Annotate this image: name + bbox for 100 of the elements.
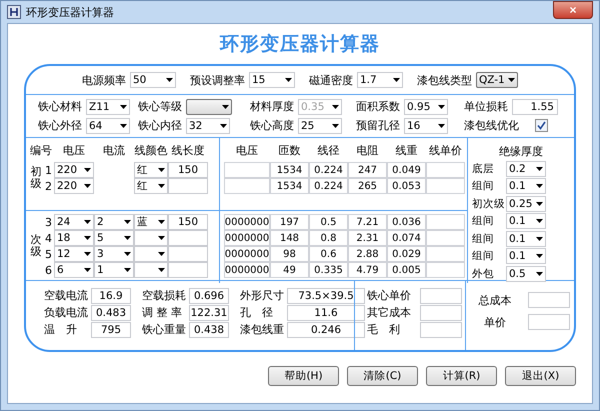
dropdown[interactable]: 12	[54, 246, 94, 262]
caret-icon	[332, 104, 339, 108]
caret-icon	[536, 272, 543, 276]
table-cell: 1534	[270, 178, 309, 194]
input-field[interactable]: 1.55	[512, 98, 558, 114]
checkbox[interactable]	[535, 119, 548, 132]
caret-icon	[158, 168, 165, 172]
input-field[interactable]: 150	[168, 162, 208, 178]
dropdown[interactable]: 24	[54, 214, 94, 230]
field-label: 空载电流	[44, 288, 88, 303]
field-label: 负载电流	[44, 305, 88, 320]
column-header: 线重	[394, 142, 418, 158]
input-field[interactable]	[528, 292, 570, 308]
table-cell	[426, 262, 465, 278]
caret-icon	[536, 202, 543, 206]
table-cell: 197	[270, 214, 309, 230]
input-field[interactable]	[168, 230, 208, 246]
action-button[interactable]: 清除(C)	[347, 366, 418, 386]
field-label: 单价	[484, 314, 506, 330]
field-label: 组间	[472, 214, 495, 228]
app-icon	[7, 5, 21, 19]
dropdown[interactable]: 红	[134, 178, 168, 194]
table-cell	[426, 246, 465, 262]
field-label: 漆包线重	[239, 322, 284, 337]
caret-icon	[158, 252, 165, 256]
dropdown[interactable]: 2	[94, 214, 134, 230]
dropdown[interactable]: 0.5	[506, 266, 546, 282]
dropdown[interactable]: 0.1	[506, 178, 546, 194]
caret-icon	[124, 220, 131, 224]
field-label: 铁心外径	[38, 118, 82, 133]
output-field: 0.696	[189, 288, 229, 304]
field-label: 外形尺寸	[239, 288, 284, 303]
input-field[interactable]	[168, 178, 208, 194]
field-label: 预设调整率	[190, 72, 245, 88]
caret-icon	[158, 220, 165, 224]
dropdown[interactable]: 0.1	[506, 213, 546, 230]
input-field[interactable]	[528, 314, 570, 330]
input-field[interactable]	[168, 246, 208, 262]
window-title: 环形变压器计算器	[26, 4, 115, 20]
dropdown[interactable]: 6	[54, 262, 94, 278]
caret-icon	[508, 78, 515, 82]
input-field[interactable]: 150	[168, 214, 208, 230]
input-field[interactable]	[420, 304, 462, 320]
table-cell: 0.053	[387, 178, 426, 194]
output-field: 0.483	[91, 304, 131, 320]
dropdown[interactable]: 18	[54, 230, 94, 246]
table-cell: 0000000	[224, 230, 270, 246]
output-field: 795	[91, 322, 131, 338]
dropdown[interactable]: 1.7	[357, 72, 403, 88]
dropdown[interactable]: Z11	[86, 98, 130, 114]
field-label: 外包	[472, 266, 495, 281]
column-header: 线单价	[428, 142, 463, 158]
action-button[interactable]: 计算(R)	[426, 366, 497, 386]
table-cell	[224, 178, 270, 194]
action-button[interactable]: 退出(X)	[505, 366, 576, 386]
dropdown[interactable]: 5	[94, 230, 134, 246]
table-cell: 0.074	[387, 230, 426, 246]
dropdown[interactable]: 红	[134, 162, 168, 178]
dropdown[interactable]: 50	[130, 72, 176, 88]
column-header: 电流	[102, 142, 126, 158]
caret-icon	[438, 104, 445, 108]
dropdown[interactable]: 0.1	[506, 248, 546, 264]
table-cell: 0.224	[309, 178, 348, 194]
dropdown[interactable]	[134, 246, 168, 262]
dropdown[interactable]: 3	[94, 246, 134, 262]
dropdown[interactable]: 0.1	[506, 230, 546, 247]
dropdown[interactable]: 220	[54, 178, 94, 194]
field-label: 单位损耗	[464, 99, 508, 114]
action-button[interactable]: 帮助(H)	[268, 366, 339, 386]
dropdown[interactable]: 0.2	[506, 160, 546, 177]
dropdown[interactable]: 15	[249, 72, 295, 88]
dropdown[interactable]: 220	[54, 162, 94, 178]
column-header: 编号	[29, 142, 53, 158]
dropdown[interactable]: QZ-1	[476, 72, 518, 88]
dropdown[interactable]: 0.95	[404, 98, 448, 114]
caret-icon	[536, 254, 543, 258]
caret-icon	[536, 219, 543, 224]
field-label: 漆包线类型	[417, 72, 472, 88]
dropdown[interactable]: 32	[186, 118, 230, 134]
input-field[interactable]	[420, 288, 462, 304]
dropdown[interactable]: 16	[404, 118, 448, 134]
input-field[interactable]	[420, 322, 462, 338]
input-field[interactable]	[168, 262, 208, 278]
table-cell: 0.224	[309, 162, 348, 178]
field-label: 材料厚度	[250, 99, 294, 114]
table-cell: 1534	[270, 162, 309, 178]
dropdown[interactable]: 1	[94, 262, 134, 278]
dropdown[interactable]	[134, 262, 168, 278]
caret-icon	[393, 78, 400, 82]
caret-icon	[158, 236, 165, 240]
field-label: 漆包线优化	[464, 118, 519, 133]
caret-icon	[166, 78, 173, 82]
dropdown[interactable]: 0.25	[506, 196, 546, 212]
row-number: 5	[44, 248, 53, 260]
table-cell: 2.88	[348, 246, 387, 262]
dropdown[interactable]: 蓝	[134, 214, 168, 230]
dropdown[interactable]: 64	[86, 118, 130, 134]
table-cell	[426, 214, 465, 230]
dropdown[interactable]	[134, 230, 168, 246]
dropdown[interactable]: 25	[298, 118, 342, 134]
